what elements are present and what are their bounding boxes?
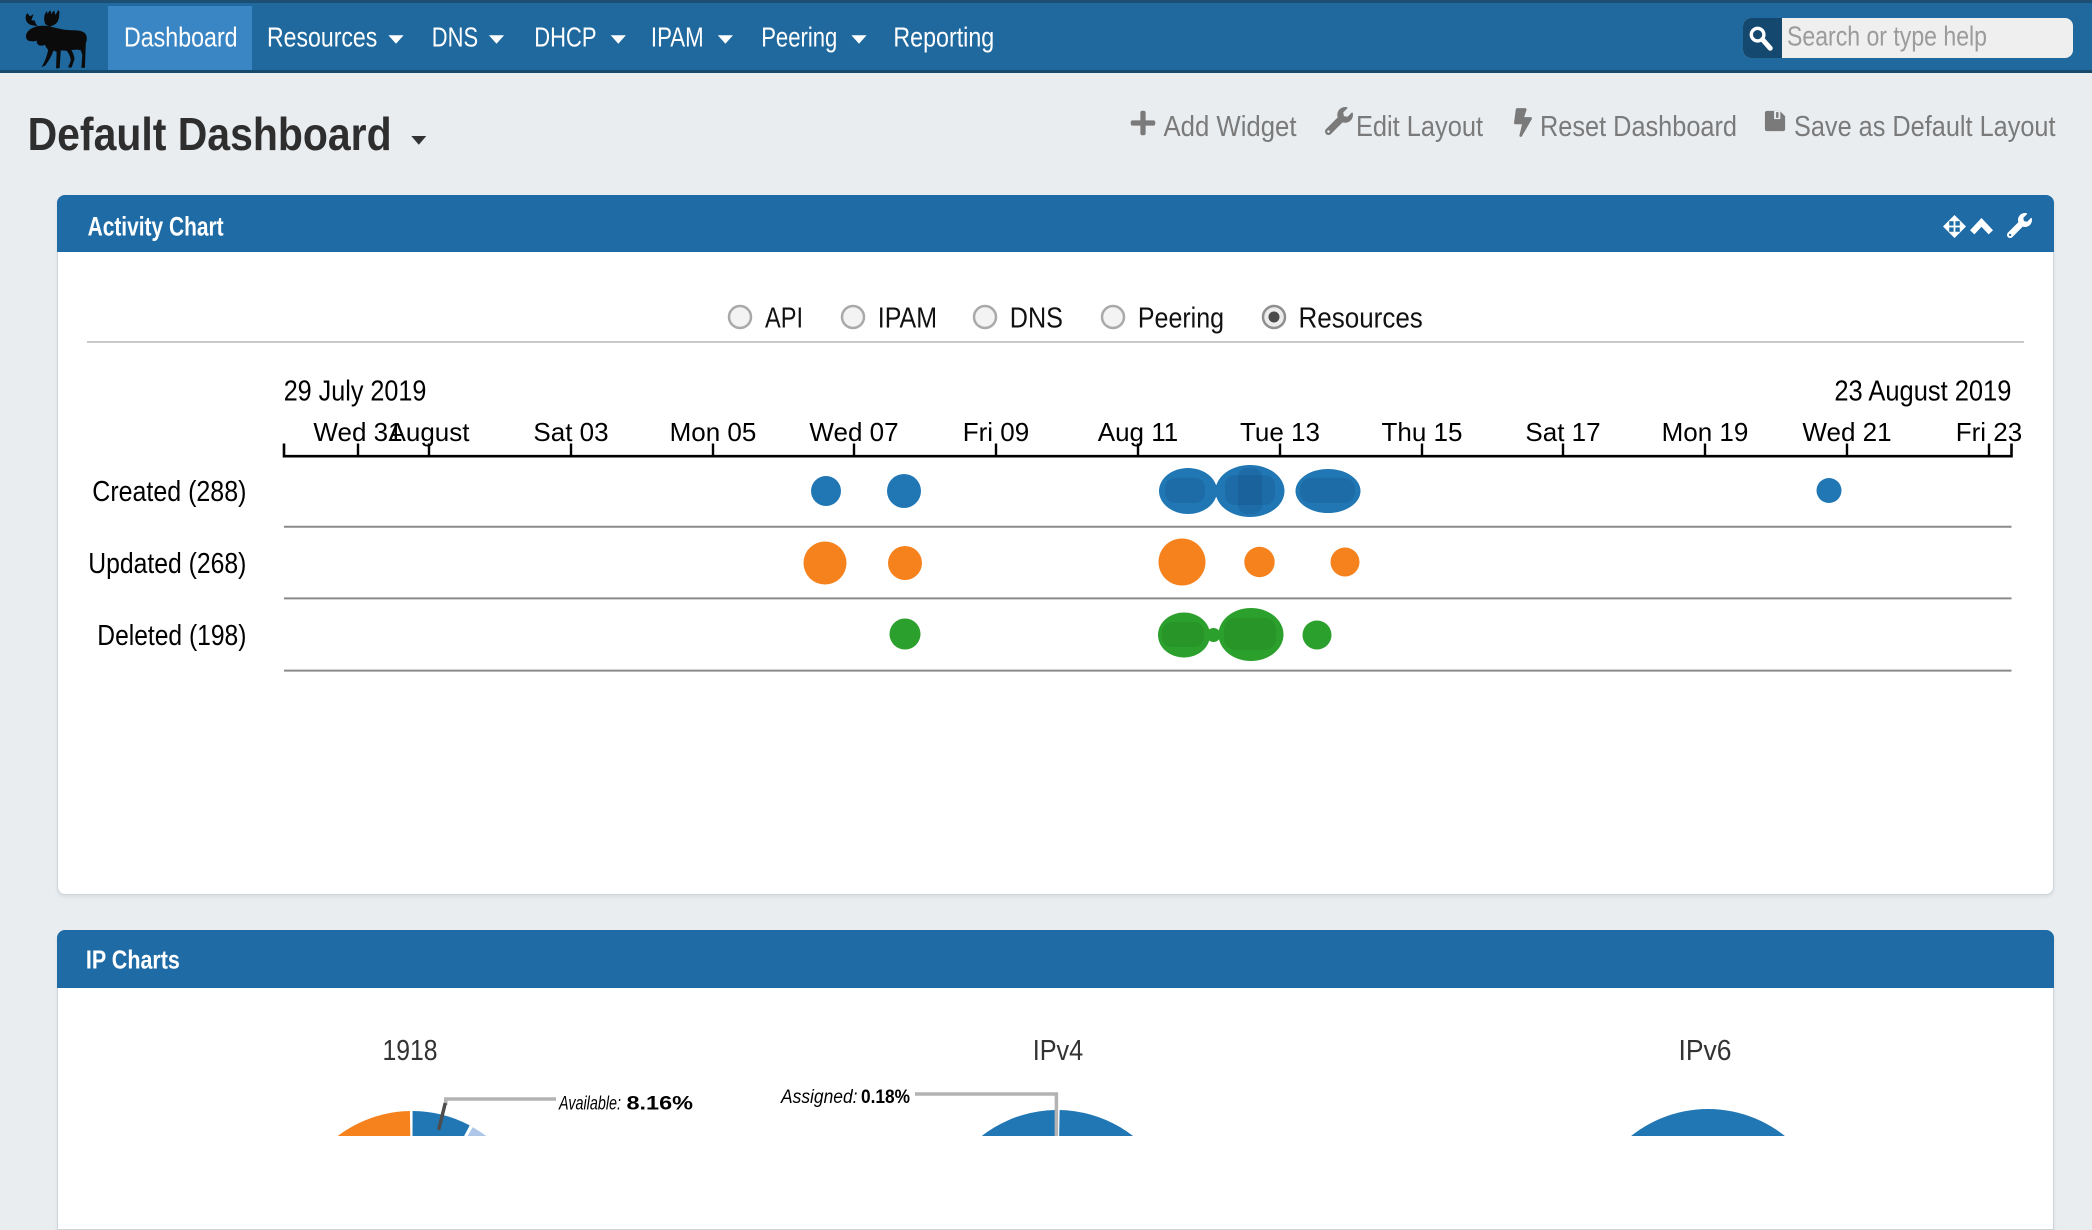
svg-text:Wed 07: Wed 07 [809, 417, 898, 447]
svg-text:Save as Default Layout: Save as Default Layout [1794, 111, 2056, 143]
svg-text:IPAM: IPAM [878, 303, 937, 335]
svg-text:DNS: DNS [1010, 303, 1063, 335]
svg-text:IPv6: IPv6 [1679, 1035, 1732, 1067]
svg-text:23 August 2019: 23 August 2019 [1834, 376, 2011, 408]
svg-text:1918: 1918 [383, 1035, 438, 1067]
svg-text:Edit Layout: Edit Layout [1356, 111, 1483, 143]
svg-text:Reset Dashboard: Reset Dashboard [1540, 111, 1737, 143]
svg-text:API: API [765, 303, 803, 335]
svg-text:Available:8.16%: Available:8.16% [558, 1093, 693, 1115]
svg-text:Mon 05: Mon 05 [670, 417, 757, 447]
svg-text:Mon 19: Mon 19 [1662, 417, 1749, 447]
svg-text:Fri 23: Fri 23 [1956, 417, 2022, 447]
svg-text:Updated (268): Updated (268) [88, 548, 246, 580]
svg-text:DHCP: DHCP [534, 21, 596, 52]
svg-text:IPv4: IPv4 [1033, 1035, 1084, 1067]
svg-text:Default Dashboard: Default Dashboard [28, 108, 392, 160]
svg-text:Activity Chart: Activity Chart [88, 211, 224, 241]
svg-text:August: August [389, 417, 471, 447]
svg-text:Add Widget: Add Widget [1164, 111, 1297, 143]
svg-text:IP Charts: IP Charts [86, 945, 180, 975]
svg-text:29 July 2019: 29 July 2019 [284, 376, 427, 408]
svg-text:Aug 11: Aug 11 [1098, 417, 1178, 447]
svg-text:Resources: Resources [1299, 303, 1423, 335]
svg-text:Search or type help: Search or type help [1787, 21, 1987, 52]
svg-text:Sat 17: Sat 17 [1525, 417, 1600, 447]
svg-text:DNS: DNS [432, 21, 478, 52]
svg-text:Wed 21: Wed 21 [1802, 417, 1891, 447]
svg-text:Peering: Peering [761, 21, 837, 52]
svg-text:Tue 13: Tue 13 [1240, 417, 1320, 447]
svg-text:Thu 15: Thu 15 [1382, 417, 1463, 447]
svg-text:IPAM: IPAM [651, 21, 704, 52]
svg-text:Assigned:0.18%: Assigned:0.18% [780, 1086, 910, 1108]
svg-text:Resources: Resources [267, 21, 377, 52]
svg-text:Dashboard: Dashboard [124, 21, 238, 52]
svg-text:Reporting: Reporting [893, 21, 994, 52]
svg-text:Deleted (198): Deleted (198) [97, 620, 246, 652]
svg-text:Fri 09: Fri 09 [963, 417, 1029, 447]
svg-text:Sat 03: Sat 03 [533, 417, 608, 447]
svg-text:Created (288): Created (288) [92, 476, 246, 508]
svg-text:Peering: Peering [1138, 303, 1224, 335]
